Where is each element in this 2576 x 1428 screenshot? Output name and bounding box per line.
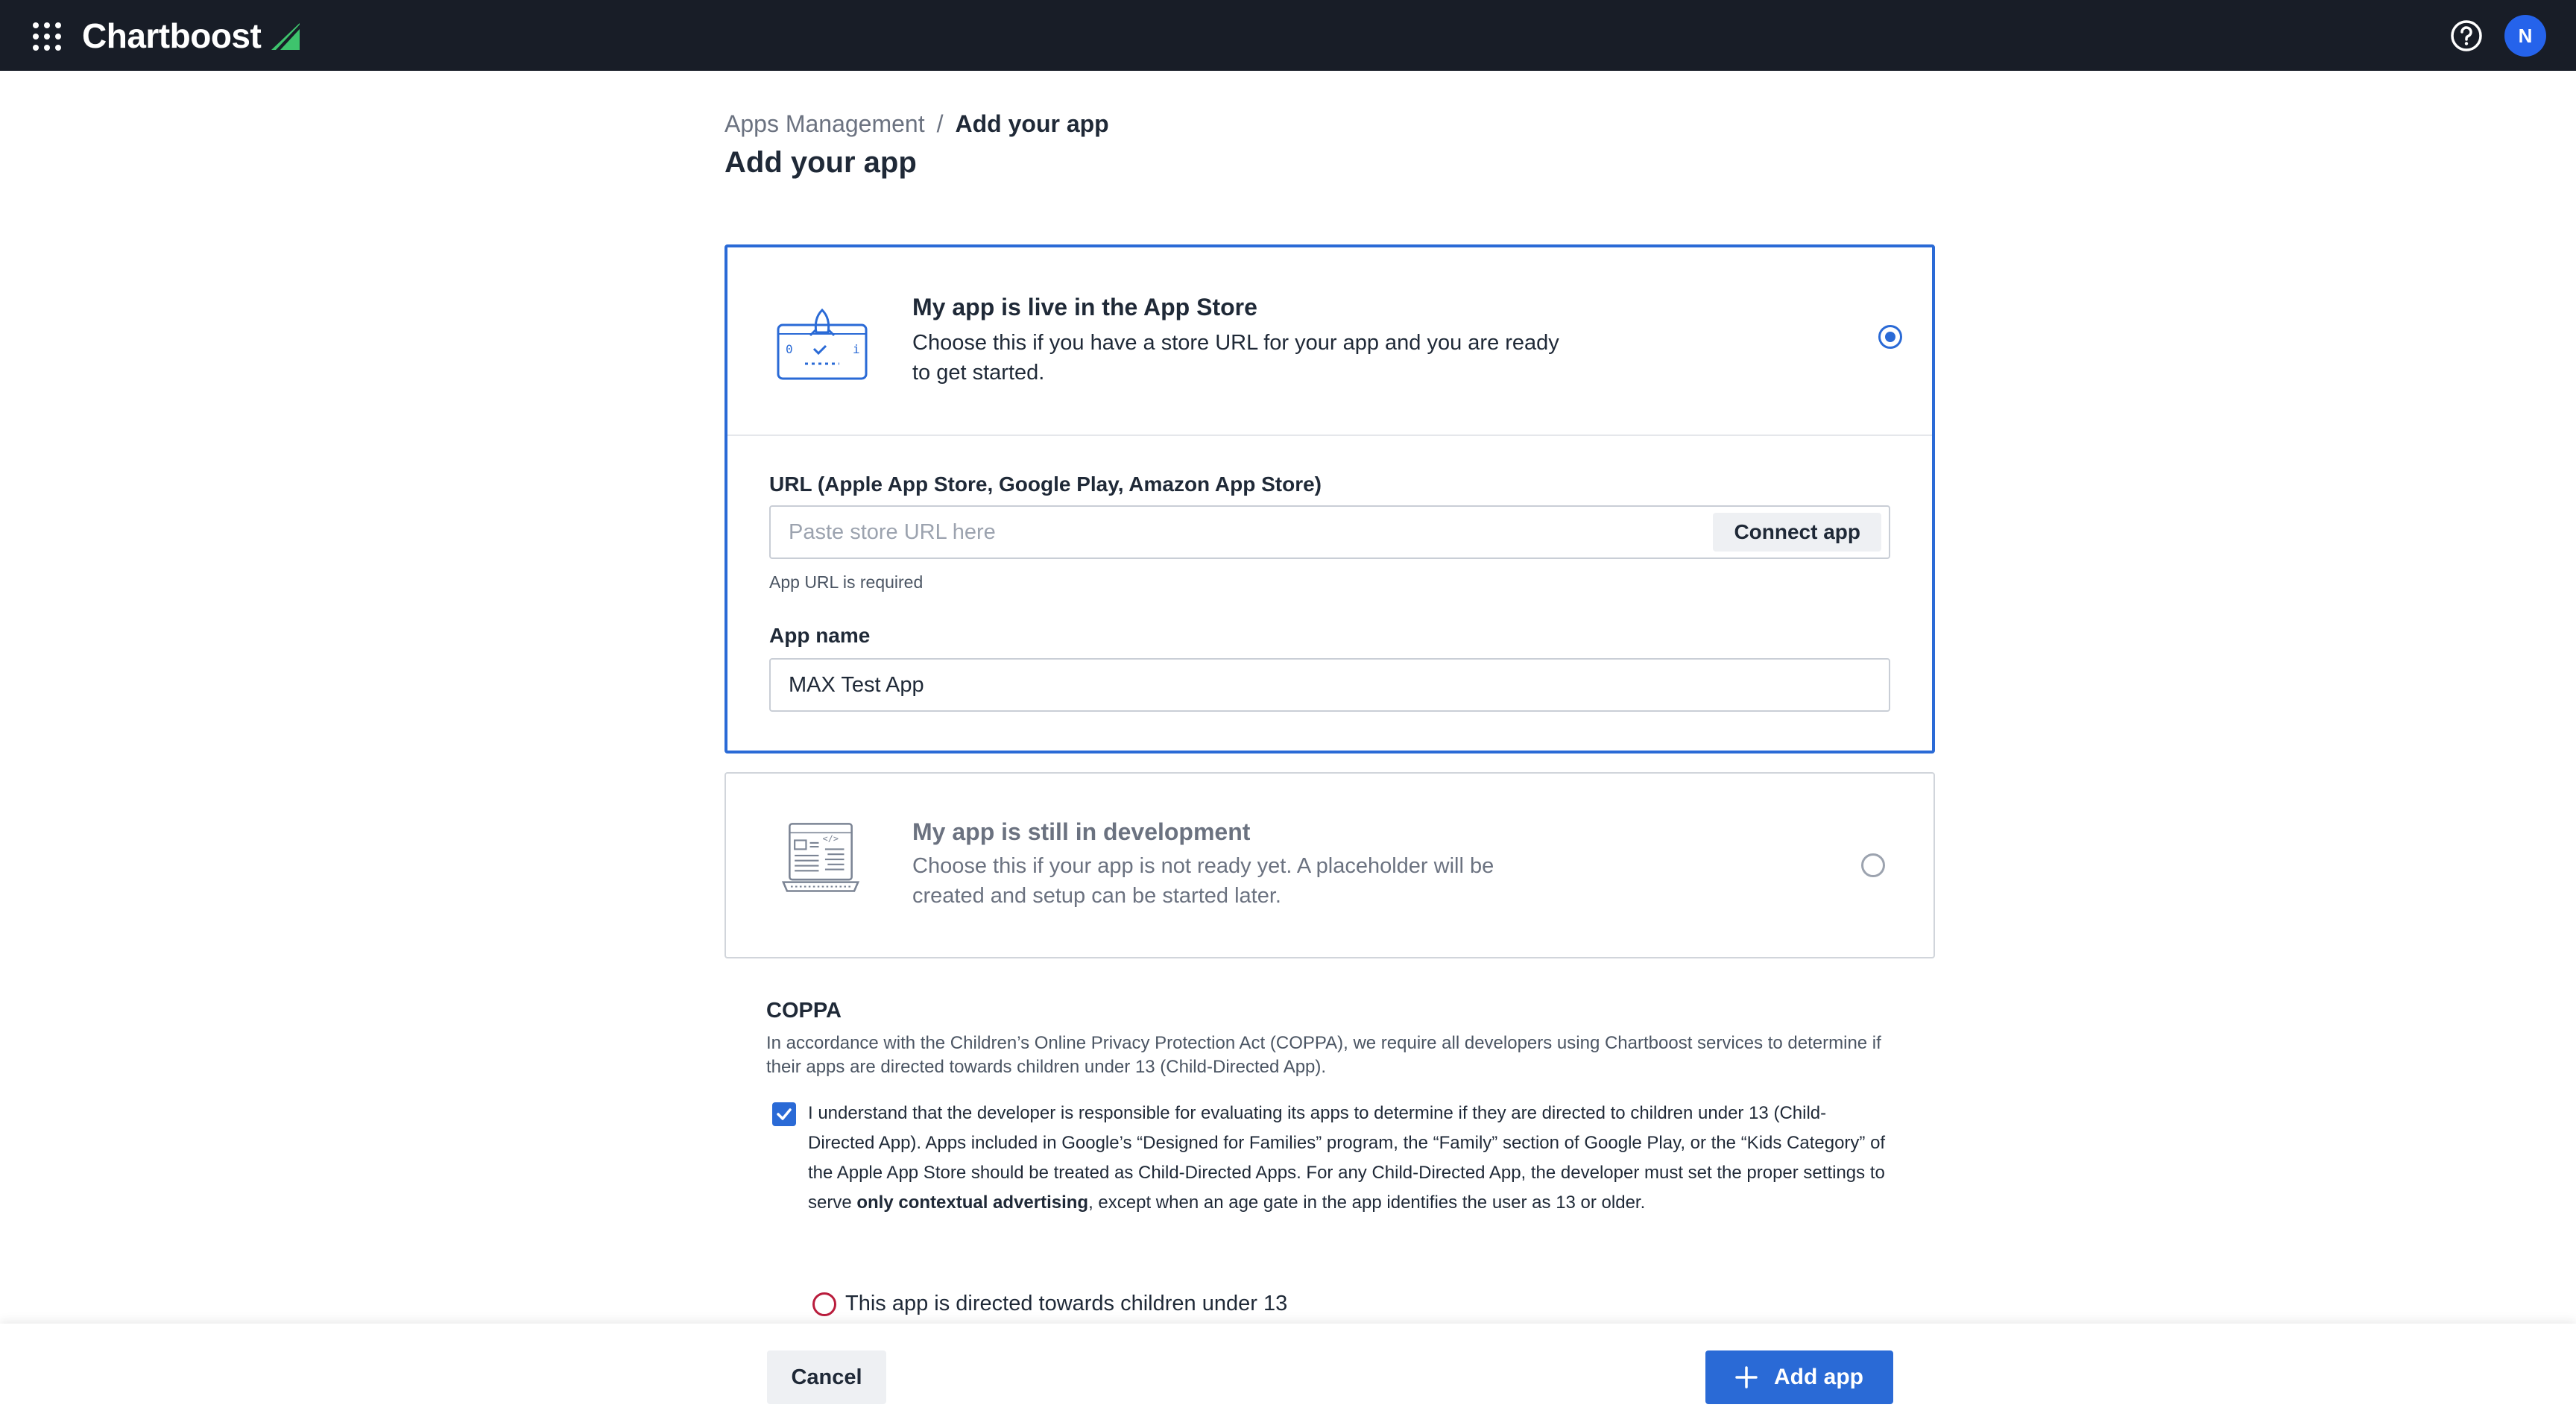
plus-icon [1735,1366,1758,1388]
breadcrumb-current: Add your app [955,110,1109,137]
cancel-button[interactable]: Cancel [767,1350,886,1404]
laptop-code-icon: </> [781,823,860,892]
option-live-header[interactable]: 0 i My app is live in the App Store Choo… [727,247,1932,435]
coppa-description: In accordance with the Children’s Online… [766,1033,1881,1077]
option-dev-title: My app is still in development [912,818,1251,845]
apps-grid-icon[interactable] [33,22,61,51]
breadcrumb-separator: / [936,110,944,137]
card-divider [727,435,1932,436]
consent-bold-text: only contextual advertising [856,1192,1089,1213]
coppa-consent-text: I understand that the developer is respo… [808,1103,1886,1213]
child-directed-option[interactable]: This app is directed towards children un… [812,1292,1287,1316]
help-circle-icon[interactable] [2449,19,2484,53]
footer-action-bar: Cancel Add app [0,1324,2576,1428]
svg-text:0: 0 [786,342,793,356]
option-dev-description: Choose this if your app is not ready yet… [912,854,1494,908]
coppa-title: COPPA [766,999,842,1023]
add-app-button[interactable]: Add app [1705,1350,1893,1404]
option-live-description: Choose this if you have a store URL for … [912,331,1559,385]
rocket-screen-icon: 0 i [777,308,868,380]
option-dev-radio[interactable] [1861,853,1885,877]
option-card-dev[interactable]: </> My app is still in development Choos… [724,772,1935,958]
user-avatar[interactable]: N [2504,15,2546,57]
app-name-input[interactable]: MAX Test App [769,658,1890,712]
checkmark-icon [777,1108,792,1120]
child-directed-label: This app is directed towards children un… [845,1292,1288,1315]
connect-app-button[interactable]: Connect app [1713,513,1881,552]
url-required-hint: App URL is required [769,572,924,592]
breadcrumb: Apps Management / Add your app [724,110,1109,138]
app-name-value: MAX Test App [789,673,924,697]
option-card-live: 0 i My app is live in the App Store Choo… [724,244,1935,754]
svg-text:</>: </> [823,833,839,844]
child-directed-radio[interactable] [812,1292,836,1316]
store-url-placeholder: Paste store URL here [789,520,996,544]
add-app-label: Add app [1774,1365,1863,1389]
brand-name: Chartboost [82,16,262,55]
url-field-label: URL (Apple App Store, Google Play, Amazo… [769,473,1322,496]
store-url-input[interactable]: Paste store URL here Connect app [769,505,1890,559]
svg-text:i: i [853,342,860,356]
breadcrumb-apps-management[interactable]: Apps Management [724,110,925,138]
app-name-label: App name [769,624,871,647]
chartboost-logo-icon [271,23,300,50]
option-live-radio[interactable] [1878,325,1902,349]
top-navigation-bar: Chartboost N [0,0,2576,71]
page-title: Add your app [724,146,917,179]
coppa-consent-checkbox[interactable] [772,1102,796,1126]
brand[interactable]: Chartboost [82,16,301,55]
option-live-title: My app is live in the App Store [912,294,1257,320]
